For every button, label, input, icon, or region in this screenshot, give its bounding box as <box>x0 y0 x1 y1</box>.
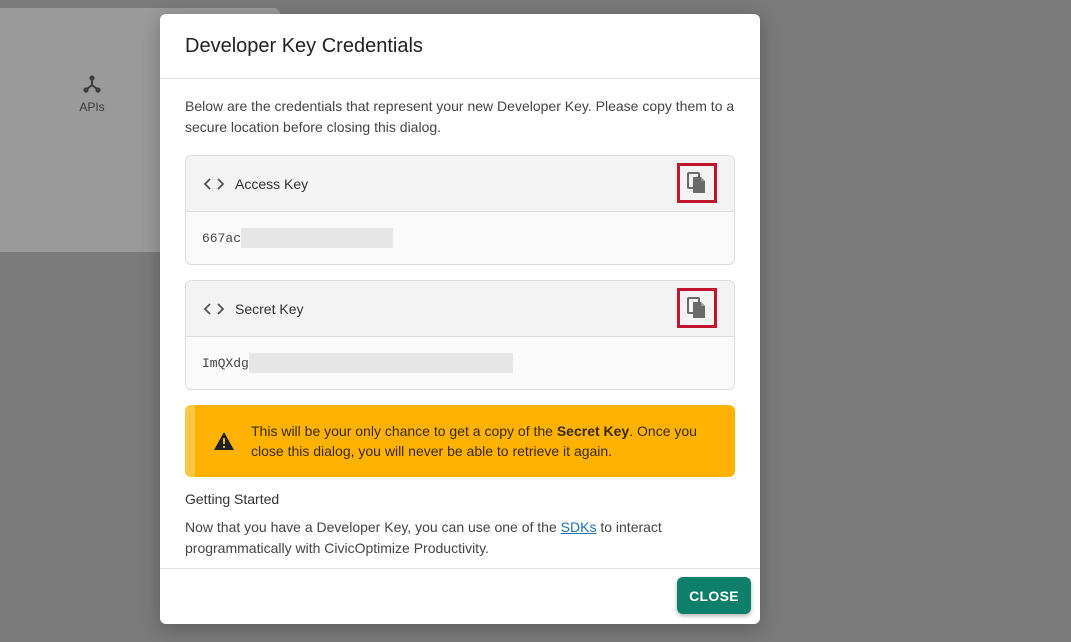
access-key-text: 667ac <box>202 230 242 246</box>
intro-text: Below are the credentials that represent… <box>185 98 735 135</box>
getting-started-text-part: Now that you have a Developer Key, you c… <box>185 519 561 535</box>
code-icon <box>203 302 225 315</box>
copy-icon <box>687 297 705 318</box>
access-key-header: Access Key <box>186 156 734 212</box>
access-key-value: 667ac <box>186 212 734 264</box>
dialog-header: Developer Key Credentials <box>160 14 760 79</box>
secret-key-box: Secret Key ImQXdg <box>185 280 735 390</box>
developer-key-dialog: Developer Key Credentials Below are the … <box>160 14 760 624</box>
sdks-link[interactable]: SDKs <box>561 519 597 535</box>
access-key-box: Access Key 667ac <box>185 155 735 265</box>
dialog-title: Developer Key Credentials <box>185 34 423 57</box>
copy-secret-key-button[interactable] <box>677 288 717 328</box>
apis-icon <box>83 75 101 93</box>
getting-started-text: Now that you have a Developer Key, you c… <box>185 517 735 559</box>
warning-icon <box>214 432 234 450</box>
apis-label: APIs <box>79 100 105 114</box>
access-key-redaction <box>241 228 394 248</box>
warning-text-part: This will be your only chance to get a c… <box>251 423 557 439</box>
secret-key-value: ImQXdg <box>186 337 734 389</box>
getting-started-title: Getting Started <box>185 491 280 507</box>
secret-key-redaction <box>248 353 513 373</box>
warning-text-bold: Secret Key <box>556 423 630 439</box>
access-key-label: Access Key <box>235 175 309 192</box>
secret-key-header: Secret Key <box>186 281 734 337</box>
copy-icon <box>687 172 705 193</box>
apis-nav-item: APIs <box>62 74 122 114</box>
secret-key-text: ImQXdg <box>202 355 249 371</box>
close-button[interactable]: CLOSE <box>677 577 751 614</box>
warning-text: This will be your only chance to get a c… <box>251 421 701 461</box>
copy-access-key-button[interactable] <box>677 163 717 203</box>
code-icon <box>203 177 225 190</box>
secret-key-label: Secret Key <box>235 300 304 317</box>
dialog-body: Below are the credentials that represent… <box>160 79 760 559</box>
dialog-footer: CLOSE <box>160 568 760 624</box>
warning-banner: This will be your only chance to get a c… <box>185 405 735 477</box>
